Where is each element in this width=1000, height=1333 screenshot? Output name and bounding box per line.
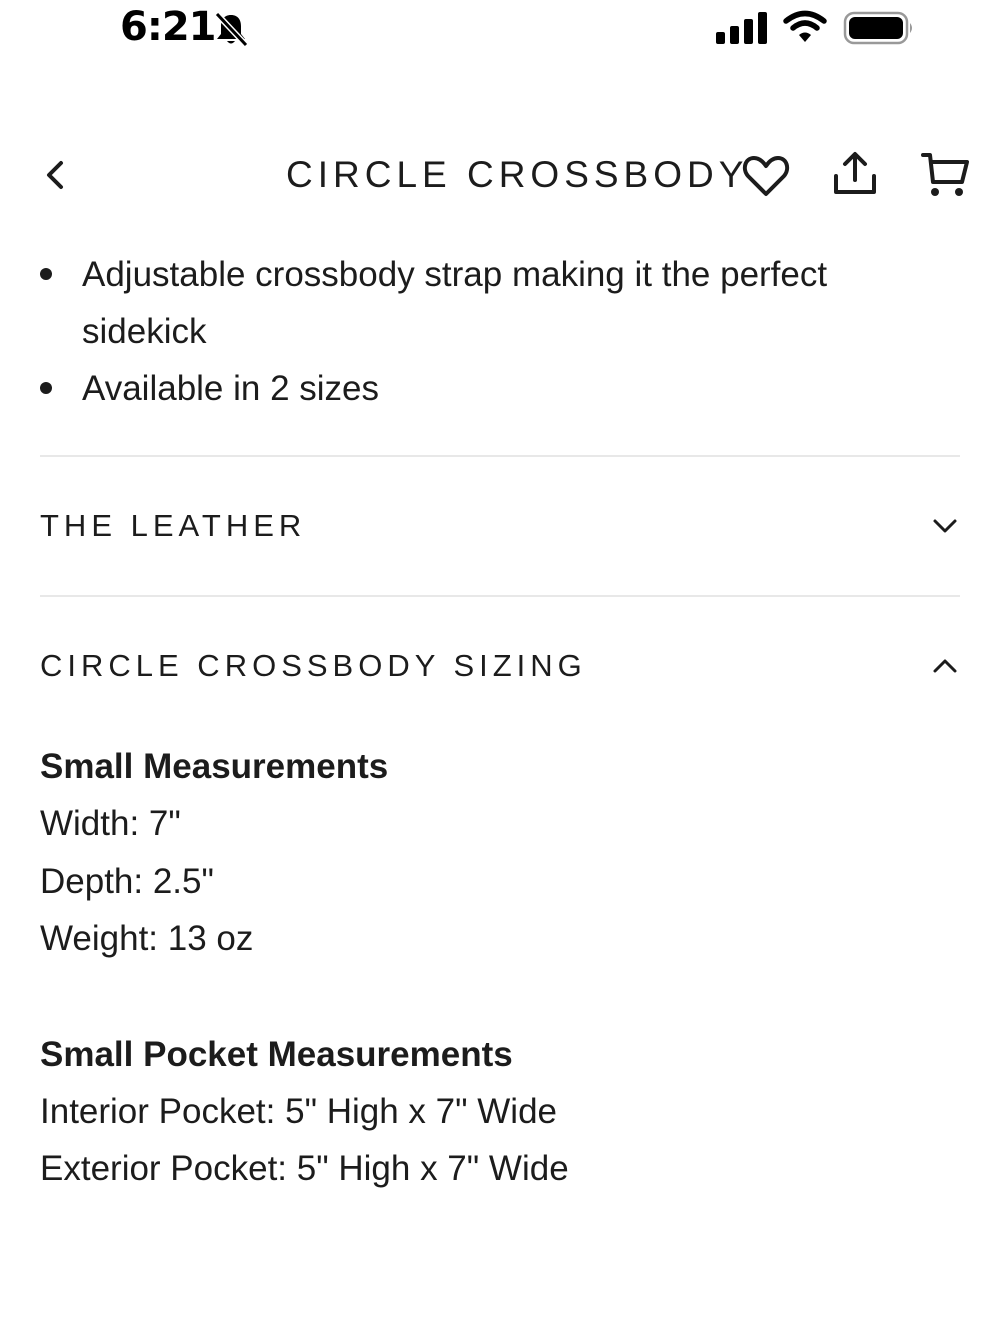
exterior-pocket-spec: Exterior Pocket: 5" High x 7" Wide	[40, 1149, 569, 1188]
depth-spec: Depth: 2.5"	[40, 861, 214, 901]
top-nav-bar: CIRCLE CROSSBODY	[0, 130, 1000, 220]
bell-slash-icon	[214, 11, 249, 48]
bullet-icon	[40, 268, 52, 280]
interior-pocket-spec: Interior Pocket: 5" High x 7" Wide	[40, 1091, 558, 1131]
page-title: CIRCLE CROSSBODY	[286, 154, 749, 195]
status-time: 6:21	[120, 4, 216, 50]
feature-text: Available in 2 sizes	[82, 369, 380, 408]
share-icon[interactable]	[832, 150, 878, 198]
divider	[40, 455, 960, 457]
heart-icon[interactable]	[742, 154, 790, 198]
wifi-icon	[783, 10, 827, 42]
pocket-measurements-heading: Small Pocket Measurements	[40, 1034, 513, 1074]
accordion-sizing[interactable]: CIRCLE CROSSBODY SIZING	[40, 636, 960, 696]
divider	[40, 595, 960, 597]
list-item: Available in 2 sizes	[36, 360, 936, 417]
sizing-content: Small Measurements Width: 7" Depth: 2.5"…	[40, 738, 940, 1198]
bullet-icon	[40, 382, 52, 394]
feature-text: Adjustable crossbody strap making it the…	[82, 255, 828, 351]
width-spec: Width: 7"	[40, 804, 181, 843]
battery-icon	[843, 11, 912, 45]
feature-list: Adjustable crossbody strap making it the…	[36, 246, 936, 417]
accordion-title: THE LEATHER	[40, 508, 307, 543]
weight-spec: Weight: 13 oz	[40, 919, 254, 958]
accordion-title: CIRCLE CROSSBODY SIZING	[40, 648, 587, 683]
accordion-the-leather[interactable]: THE LEATHER	[40, 496, 960, 556]
small-measurements-heading: Small Measurements	[40, 747, 389, 786]
cart-icon[interactable]	[920, 150, 972, 200]
list-item: Adjustable crossbody strap making it the…	[36, 246, 936, 360]
chevron-left-icon[interactable]	[40, 155, 70, 195]
chevron-down-icon	[933, 519, 957, 533]
status-bar: 6:21	[0, 0, 1000, 60]
chevron-up-icon	[933, 659, 957, 673]
cellular-signal-icon	[716, 12, 767, 44]
